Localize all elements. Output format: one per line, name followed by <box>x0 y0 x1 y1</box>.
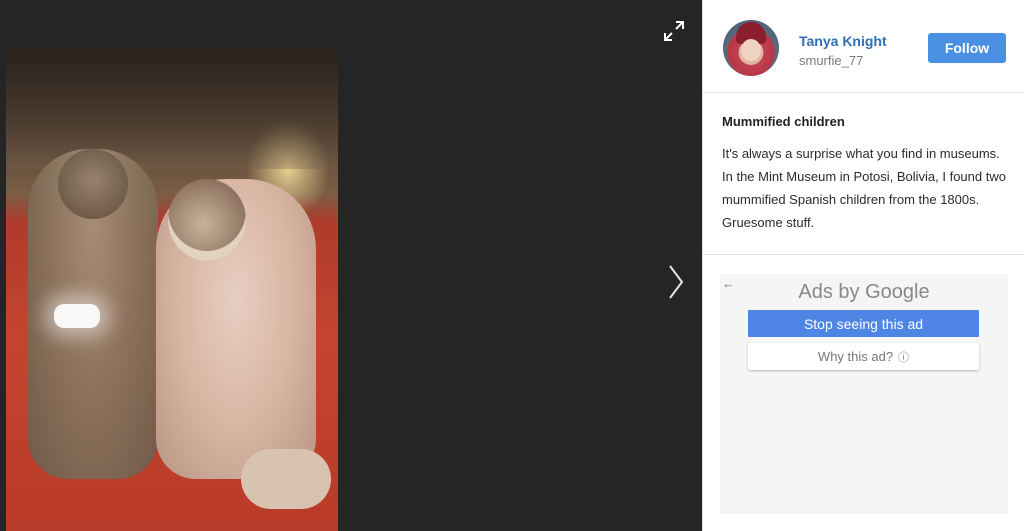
follow-button[interactable]: Follow <box>928 33 1006 63</box>
avatar-face <box>741 39 761 61</box>
why-this-ad-button[interactable]: Why this ad? ⓘ <box>748 343 979 370</box>
post-sidebar: Tanya Knight smurfie_77 Follow Mummified… <box>702 0 1024 531</box>
author-handle: smurfie_77 <box>799 53 864 68</box>
post-description: It's always a surprise what you find in … <box>722 146 1006 230</box>
post-details: Mummified children It's always a surpris… <box>703 93 1024 255</box>
expand-icon[interactable] <box>662 19 686 43</box>
mummy-head-right <box>168 179 246 261</box>
info-icon: ⓘ <box>898 351 910 364</box>
post-photo[interactable] <box>6 49 338 531</box>
mummy-feet <box>241 449 331 509</box>
author-name[interactable]: Tanya Knight <box>799 33 887 49</box>
display-case-top <box>6 49 338 169</box>
post-title: Mummified children <box>722 114 845 129</box>
avatar[interactable] <box>723 20 779 76</box>
stop-seeing-ad-button[interactable]: Stop seeing this ad <box>748 310 979 337</box>
ad-panel: ← Ads by Google Stop seeing this ad Why … <box>720 274 1008 514</box>
mummy-figure-right <box>156 179 316 479</box>
flash-reflection <box>54 304 100 328</box>
image-viewer <box>0 0 702 531</box>
why-this-ad-label: Why this ad? <box>817 348 894 364</box>
ads-by-google-label: Ads by Google <box>798 281 930 303</box>
chevron-right-icon[interactable] <box>664 258 688 306</box>
author-header: Tanya Knight smurfie_77 Follow <box>703 0 1024 93</box>
mummy-head-left <box>58 149 128 219</box>
